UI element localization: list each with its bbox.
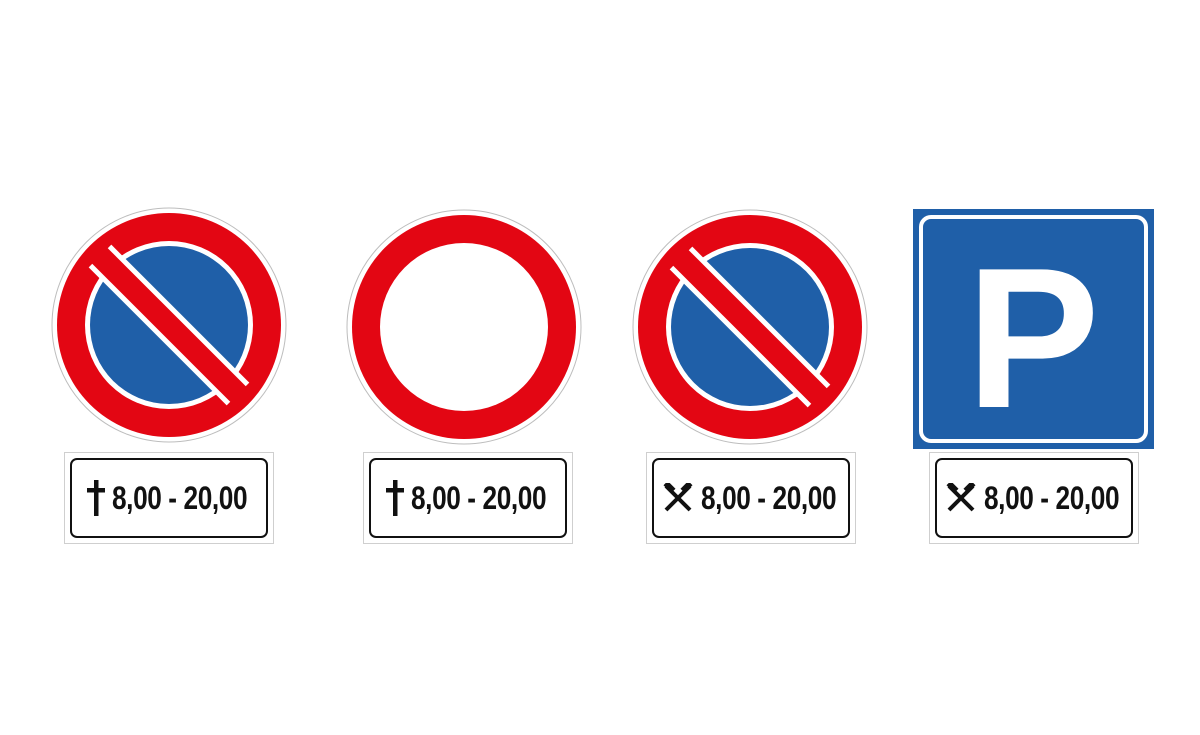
time-plate-4: 8,00 - 20,00 — [929, 452, 1139, 544]
hours-text: 8,00 - 20,00 — [983, 480, 1120, 516]
no-vehicles-sign — [346, 209, 582, 445]
time-plate-2: 8,00 - 20,00 — [363, 452, 573, 544]
hammers-icon — [945, 483, 977, 513]
parking-letter: P — [966, 227, 1099, 449]
time-plate-1: 8,00 - 20,00 — [64, 452, 274, 544]
cross-icon — [86, 480, 105, 516]
road-signs-row: 8,00 - 20,00 8,00 - 20,00 8,00 - 20,00 P… — [0, 0, 1200, 735]
parking-sign: P — [913, 209, 1154, 449]
time-plate-3: 8,00 - 20,00 — [646, 452, 856, 544]
no-parking-sign — [51, 207, 287, 443]
no-parking-sign — [632, 209, 868, 445]
hours-text: 8,00 - 20,00 — [111, 480, 248, 516]
hours-text: 8,00 - 20,00 — [410, 480, 547, 516]
hours-text: 8,00 - 20,00 — [700, 480, 837, 516]
hammers-icon — [662, 483, 694, 513]
cross-icon — [385, 480, 404, 516]
